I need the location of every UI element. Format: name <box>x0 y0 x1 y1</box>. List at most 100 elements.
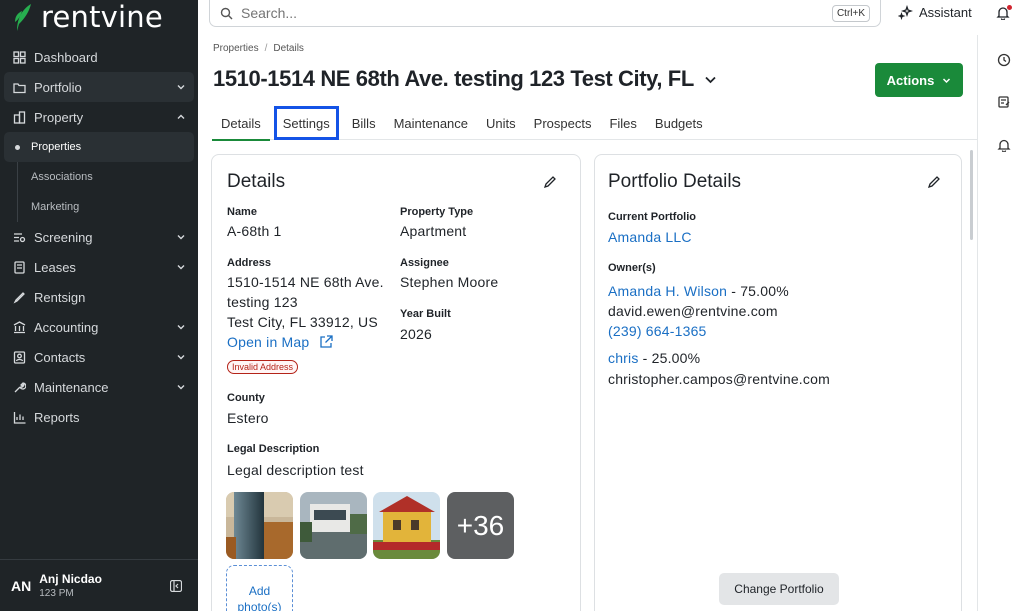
pencil-icon[interactable] <box>927 175 941 189</box>
tab-bills[interactable]: Bills <box>343 106 385 140</box>
open-in-map-label: Open in Map <box>227 334 310 350</box>
owner-row: chris - 25.00% <box>608 350 701 366</box>
owner-percentage: 75.00% <box>740 283 789 299</box>
property-photo[interactable] <box>373 492 440 559</box>
reports-icon <box>12 410 26 424</box>
owner-percentage: 25.00% <box>651 350 701 366</box>
contacts-icon <box>12 350 26 364</box>
sidebar-item-accounting[interactable]: Accounting <box>4 312 194 342</box>
tab-units[interactable]: Units <box>477 106 525 140</box>
bell-icon[interactable] <box>997 138 1011 152</box>
property-type-label: Property Type <box>400 206 474 218</box>
add-photos-label-1: Add <box>248 584 271 598</box>
owners-label: Owner(s) <box>608 262 656 274</box>
clock-icon[interactable] <box>997 53 1011 67</box>
sidebar-item-label: Reports <box>34 409 80 425</box>
name-label: Name <box>227 206 257 218</box>
sidebar-item-label: Portfolio <box>34 79 82 95</box>
owner-name-link[interactable]: Amanda H. Wilson <box>608 283 727 299</box>
breadcrumb-details: Details <box>273 43 304 54</box>
sidebar-subitem-associations[interactable]: Associations <box>4 162 194 192</box>
sidebar-item-label: Rentsign <box>34 289 86 305</box>
legal-description-label: Legal Description <box>227 443 320 455</box>
breadcrumb: Properties / Details <box>213 43 304 54</box>
search-shortcut: Ctrl+K <box>831 4 870 22</box>
search-bar[interactable]: Ctrl+K <box>209 0 881 27</box>
actions-label: Actions <box>886 72 935 88</box>
property-photo[interactable] <box>300 492 367 559</box>
chevron-down-icon <box>177 385 185 390</box>
actions-button[interactable]: Actions <box>875 63 963 97</box>
sidebar-item-screening[interactable]: Screening <box>4 222 194 252</box>
details-card: Details Name A-68th 1 Address 1510-1514 … <box>211 154 581 611</box>
sidebar-item-property[interactable]: Property <box>4 102 194 132</box>
sidebar-subitem-marketing[interactable]: Marketing <box>4 192 194 222</box>
sidebar-nav: Dashboard Portfolio Property Properties … <box>4 42 194 432</box>
sidebar-item-maintenance[interactable]: Maintenance <box>4 372 194 402</box>
details-title: Details <box>227 171 286 192</box>
sidebar-item-portfolio[interactable]: Portfolio <box>4 72 194 102</box>
assistant-button[interactable]: Assistant <box>898 5 972 20</box>
search-input[interactable] <box>241 5 832 21</box>
portfolio-icon <box>12 80 26 94</box>
sidebar-item-leases[interactable]: Leases <box>4 252 194 282</box>
sidebar-subitem-properties[interactable]: Properties <box>4 132 194 162</box>
property-submenu: Properties Associations Marketing <box>4 132 194 222</box>
chevron-down-icon <box>943 77 951 83</box>
sidebar-item-contacts[interactable]: Contacts <box>4 342 194 372</box>
sidebar-item-label: Screening <box>34 229 93 245</box>
external-link-icon <box>320 335 334 348</box>
breadcrumb-properties[interactable]: Properties <box>213 43 259 54</box>
sidebar-item-dashboard[interactable]: Dashboard <box>4 42 194 72</box>
user-profile[interactable]: AN Anj Nicdao 123 PM <box>0 559 198 611</box>
tab-budgets[interactable]: Budgets <box>646 106 712 140</box>
year-built-value: 2026 <box>400 326 432 342</box>
search-icon <box>220 7 233 19</box>
sparkle-icon <box>898 5 913 20</box>
chevron-down-icon <box>177 355 185 360</box>
property-type-value: Apartment <box>400 223 467 239</box>
sidebar-item-rentsign[interactable]: Rentsign <box>4 282 194 312</box>
current-portfolio-label: Current Portfolio <box>608 211 696 223</box>
notes-icon[interactable] <box>997 95 1011 109</box>
address-line-2: testing 123 <box>227 294 298 310</box>
user-name: Anj Nicdao <box>39 572 102 586</box>
open-in-map-link[interactable]: Open in Map <box>227 332 334 352</box>
sidebar-item-label: Dashboard <box>34 49 98 65</box>
sidebar: rentvine Dashboard Portfolio Property Pr… <box>0 0 198 611</box>
current-portfolio-link[interactable]: Amanda LLC <box>608 227 692 247</box>
tab-maintenance[interactable]: Maintenance <box>385 106 477 140</box>
more-photos-count: +36 <box>456 509 505 541</box>
owner-email: david.ewen@rentvine.com <box>608 303 778 319</box>
tab-details[interactable]: Details <box>212 106 270 141</box>
owner-phone-link[interactable]: (239) 664-1365 <box>608 321 707 341</box>
property-tabs: Details Settings Bills Maintenance Units… <box>212 106 977 141</box>
owner-name-link[interactable]: chris <box>608 350 639 366</box>
portfolio-details-title: Portfolio Details <box>608 171 742 192</box>
more-photos-tile[interactable]: +36 <box>447 492 514 559</box>
sidebar-item-label: Accounting <box>34 319 99 335</box>
brand-name: rentvine <box>41 0 163 34</box>
sidebar-item-reports[interactable]: Reports <box>4 402 194 432</box>
pencil-icon[interactable] <box>543 175 557 189</box>
notification-dot <box>1007 5 1012 10</box>
owner-email: christopher.campos@rentvine.com <box>608 371 830 387</box>
address-line-3: Test City, FL 33912, US <box>227 314 378 330</box>
year-built-label: Year Built <box>400 308 451 320</box>
accounting-icon <box>12 320 26 334</box>
sidebar-item-label: Contacts <box>34 349 86 365</box>
property-photo[interactable] <box>226 492 293 559</box>
add-photos-label-2: photo(s) <box>237 600 282 611</box>
collapse-sidebar-icon[interactable] <box>170 580 182 592</box>
page-title[interactable]: 1510-1514 NE 68th Ave. testing 123 Test … <box>213 66 717 92</box>
tab-files[interactable]: Files <box>600 106 645 140</box>
property-icon <box>12 110 26 124</box>
assignee-value: Stephen Moore <box>400 274 499 290</box>
add-photos-button[interactable]: Add photo(s) <box>226 565 293 611</box>
tab-settings[interactable]: Settings <box>273 106 339 140</box>
change-portfolio-button[interactable]: Change Portfolio <box>719 573 839 605</box>
scrollbar[interactable] <box>970 150 973 240</box>
tab-prospects[interactable]: Prospects <box>525 106 601 140</box>
rentvine-logo[interactable]: rentvine <box>13 0 163 34</box>
notifications-button[interactable] <box>996 5 1012 25</box>
